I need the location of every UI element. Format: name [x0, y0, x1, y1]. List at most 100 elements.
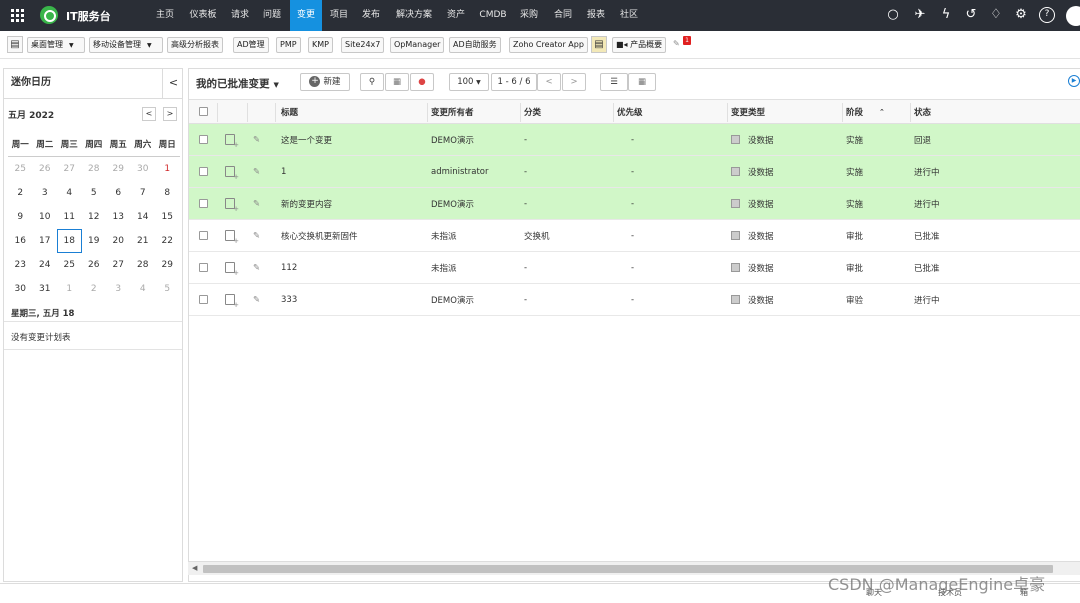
add-note-icon[interactable]	[225, 156, 239, 187]
add-note-icon[interactable]	[225, 124, 239, 155]
site24x7-button[interactable]: Site24x7	[341, 37, 385, 53]
nav-item-contracts[interactable]: 合同	[548, 0, 578, 31]
calendar-day[interactable]: 25	[57, 253, 82, 277]
calendar-day[interactable]: 16	[8, 229, 33, 253]
cell-title[interactable]: 新的变更内容	[281, 188, 332, 219]
select-all-checkbox[interactable]	[199, 100, 208, 123]
product-overview-button[interactable]: ■◂ 产品概要	[612, 37, 667, 53]
calendar-day[interactable]: 5	[82, 181, 107, 205]
column-header-priority[interactable]: 优先级	[617, 100, 643, 123]
table-row[interactable]: ✎ 这是一个变更 DEMO演示 - - 没数据 实施 回退	[189, 124, 1080, 156]
scroll-left-icon[interactable]: ◀	[192, 564, 197, 572]
next-month-button[interactable]: >	[163, 107, 177, 121]
calendar-day[interactable]: 19	[82, 229, 107, 253]
calendar-day[interactable]: 2	[82, 277, 107, 301]
edit-icon[interactable]: ✎	[253, 252, 260, 283]
search-icon[interactable]: ⚲	[360, 73, 384, 91]
calendar-day[interactable]: 2	[8, 181, 33, 205]
color-legend-icon[interactable]: ●	[410, 73, 434, 91]
calendar-day[interactable]: 3	[106, 277, 131, 301]
row-checkbox[interactable]	[199, 284, 208, 315]
calendar-day-selected[interactable]: 18	[57, 229, 82, 253]
nav-item-changes[interactable]: 变更	[290, 0, 322, 31]
avatar[interactable]	[1066, 6, 1080, 26]
row-checkbox[interactable]	[199, 156, 208, 187]
cell-title[interactable]: 核心交换机更新固件	[281, 220, 358, 251]
view-selector[interactable]: 我的已批准变更 ▼	[196, 76, 279, 91]
history-icon[interactable]: ↺	[963, 7, 979, 23]
nav-item-cmdb[interactable]: CMDB	[476, 0, 510, 31]
calendar-day[interactable]: 29	[106, 157, 131, 181]
column-header-category[interactable]: 分类	[524, 100, 541, 123]
kmp-button[interactable]: KMP	[308, 37, 333, 53]
gear-icon[interactable]: ⚙	[1013, 7, 1029, 23]
calendar-day[interactable]: 7	[131, 181, 156, 205]
calendar-day[interactable]: 15	[155, 205, 180, 229]
calendar-day[interactable]: 3	[33, 181, 58, 205]
calendar-day[interactable]: 30	[8, 277, 33, 301]
add-note-icon[interactable]	[225, 188, 239, 219]
edit-icon[interactable]: ✎	[253, 156, 260, 187]
row-checkbox[interactable]	[199, 188, 208, 219]
calendar-day[interactable]: 29	[155, 253, 180, 277]
column-chooser-icon[interactable]: ▦	[385, 73, 409, 91]
opmanager-button[interactable]: OpManager	[390, 37, 445, 53]
lightning-icon[interactable]: ϟ	[938, 7, 954, 23]
nav-item-home[interactable]: 主页	[150, 0, 180, 31]
column-header-owner[interactable]: 变更所有者	[431, 100, 474, 123]
nav-item-solutions[interactable]: 解决方案	[391, 0, 437, 31]
next-page-button[interactable]: >	[562, 73, 586, 91]
calendar-day[interactable]: 12	[82, 205, 107, 229]
help-icon[interactable]: ?	[1039, 7, 1055, 23]
calendar-day[interactable]: 23	[8, 253, 33, 277]
calendar-day[interactable]: 25	[8, 157, 33, 181]
add-note-icon[interactable]: ▤	[7, 36, 23, 53]
nav-item-community[interactable]: 社区	[614, 0, 644, 31]
calendar-day[interactable]: 27	[106, 253, 131, 277]
calendar-day[interactable]: 4	[131, 277, 156, 301]
notepad-icon[interactable]: ▤	[591, 36, 607, 53]
calendar-day[interactable]: 11	[57, 205, 82, 229]
calendar-day[interactable]: 17	[33, 229, 58, 253]
ad-management-button[interactable]: AD管理	[233, 37, 269, 53]
pmp-button[interactable]: PMP	[276, 37, 301, 53]
list-view-icon[interactable]: ☰	[600, 73, 628, 91]
app-grid-icon[interactable]	[11, 9, 24, 22]
table-row[interactable]: ✎ 333 DEMO演示 - - 没数据 审验 进行中	[189, 284, 1080, 316]
edit-icon[interactable]: ✎	[253, 284, 260, 315]
table-row[interactable]: ✎ 1 administrator - - 没数据 实施 进行中	[189, 156, 1080, 188]
table-row[interactable]: ✎ 112 未指派 - - 没数据 审批 已批准	[189, 252, 1080, 284]
calendar-day[interactable]: 24	[33, 253, 58, 277]
calendar-day[interactable]: 1	[155, 157, 180, 181]
cell-title[interactable]: 这是一个变更	[281, 124, 332, 155]
calendar-day[interactable]: 6	[106, 181, 131, 205]
column-header-stage[interactable]: 阶段 ⌃	[846, 100, 885, 123]
play-icon[interactable]: ▶	[1068, 75, 1080, 87]
nav-item-reports[interactable]: 报表	[582, 0, 610, 31]
nav-item-projects[interactable]: 项目	[326, 0, 352, 31]
zoho-creator-button[interactable]: Zoho Creator App	[509, 37, 588, 53]
cell-title[interactable]: 1	[281, 156, 286, 187]
nav-item-problems[interactable]: 问题	[258, 0, 286, 31]
nav-item-assets[interactable]: 资产	[442, 0, 470, 31]
calendar-day[interactable]: 27	[57, 157, 82, 181]
previous-month-button[interactable]: <	[142, 107, 156, 121]
calendar-day[interactable]: 4	[57, 181, 82, 205]
column-header-change-type[interactable]: 变更类型	[731, 100, 765, 123]
column-header-title[interactable]: 标题	[281, 100, 298, 123]
pin-icon[interactable]: ✎	[670, 37, 684, 53]
table-row[interactable]: ✎ 核心交换机更新固件 未指派 交换机 - 没数据 审批 已批准	[189, 220, 1080, 252]
new-change-button[interactable]: + 新建	[300, 73, 350, 91]
table-row[interactable]: ✎ 新的变更内容 DEMO演示 - - 没数据 实施 进行中	[189, 188, 1080, 220]
cell-title[interactable]: 112	[281, 252, 297, 283]
edit-icon[interactable]: ✎	[253, 188, 260, 219]
mobile-device-management-button[interactable]: 移动设备管理 ▼	[89, 37, 163, 53]
page-size-select[interactable]: 100 ▼	[449, 73, 489, 91]
calendar-day[interactable]: 1	[57, 277, 82, 301]
nav-item-requests[interactable]: 请求	[226, 0, 254, 31]
calendar-day[interactable]: 9	[8, 205, 33, 229]
ad-self-service-button[interactable]: AD自助服务	[449, 37, 501, 53]
desktop-management-button[interactable]: 桌面管理 ▼	[27, 37, 85, 53]
cell-title[interactable]: 333	[281, 284, 297, 315]
previous-page-button[interactable]: <	[537, 73, 561, 91]
